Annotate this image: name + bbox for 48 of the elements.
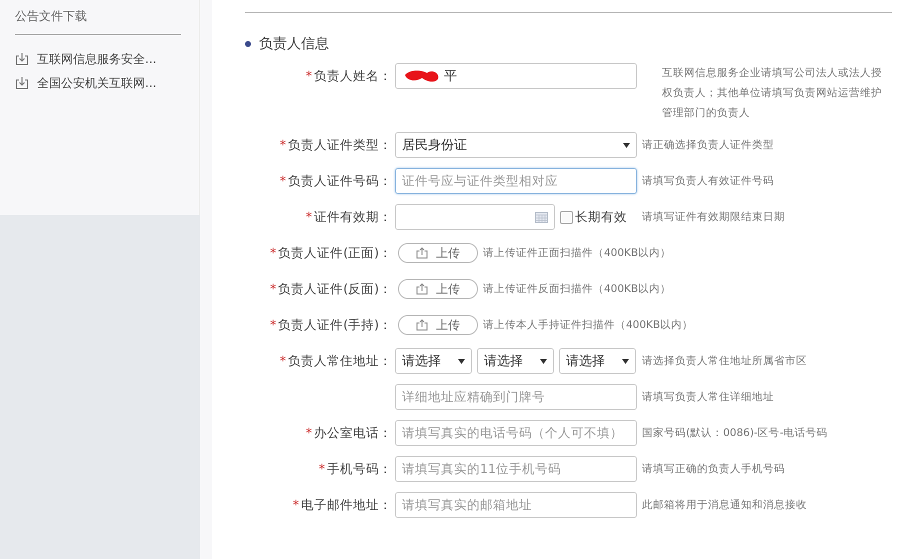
download-link[interactable]: 全国公安机关互联网... [15,71,181,95]
field-label: * 办公室电话： [306,424,392,440]
field-hint: 国家号码(默认：0086)-区号-电话号码 [642,426,828,440]
field-hint: 请正确选择负责人证件类型 [642,138,774,152]
select-field[interactable]: 居民身份证 [395,132,637,158]
upload-button[interactable]: 上传 [398,279,478,299]
field-hint: 请填写正确的负责人手机号码 [642,462,785,476]
download-icon [15,52,29,66]
dropdown-icon [540,358,547,364]
input-field[interactable]: 平 [395,63,637,89]
field-hint: 请上传证件正面扫描件（400KB以内） [483,246,672,260]
field-label: * 负责人常住地址： [280,352,392,368]
download-link[interactable]: 互联网信息服务安全... [15,47,181,71]
select-field[interactable]: 请选择 [559,348,636,374]
upload-icon [416,319,428,331]
field-hint: 此邮箱将用于消息通知和消息接收 [642,498,807,512]
field-label: * 负责人证件(正面)： [270,244,392,260]
field-hint: 请填写负责人有效证件号码 [642,174,774,188]
field-label: * 负责人姓名： [306,68,392,83]
field-label: * 负责人证件类型： [280,136,392,152]
field-hint: 请填写证件有效期限结束日期 [642,210,785,224]
sidebar-title: 公告文件下载 [15,8,181,35]
field-label: * 电子邮件地址： [292,496,392,512]
field-label: * 负责人证件(反面)： [270,280,392,296]
download-icon [15,76,29,90]
section-title: 负责人信息 [259,35,329,53]
field-hint: 请填写负责人常住详细地址 [642,390,774,404]
field-hint: 请选择负责人常住地址所属省市区 [642,354,807,368]
upload-icon [416,247,428,259]
upload-button[interactable]: 上传 [398,243,478,263]
field-label: * 负责人证件(手持)： [270,316,392,332]
dropdown-icon [458,358,465,364]
field-hint: 互联网信息服务企业请填写公司法人或法人授权负责人；其他单位请填写负责网站运营维护管理部门的负责人 [662,66,883,121]
dropdown-icon [622,358,629,364]
field-label: * 证件有效期： [306,208,392,224]
field-hint: 请上传证件反面扫描件（400KB以内） [483,282,672,296]
field-label: * 手机号码： [318,460,392,476]
field-label: * 负责人证件号码： [280,172,392,188]
field-hint: 请上传本人手持证件扫描件（400KB以内） [483,318,694,332]
dropdown-icon [623,142,630,148]
calendar-icon [535,212,548,222]
select-field[interactable]: 请选择 [395,348,472,374]
long-term-checkbox[interactable]: 长期有效 [560,208,627,226]
select-field[interactable]: 请选择 [477,348,554,374]
upload-icon [416,283,428,295]
upload-button[interactable]: 上传 [398,315,478,335]
date-field[interactable] [395,204,555,230]
bullet-icon [245,41,251,47]
